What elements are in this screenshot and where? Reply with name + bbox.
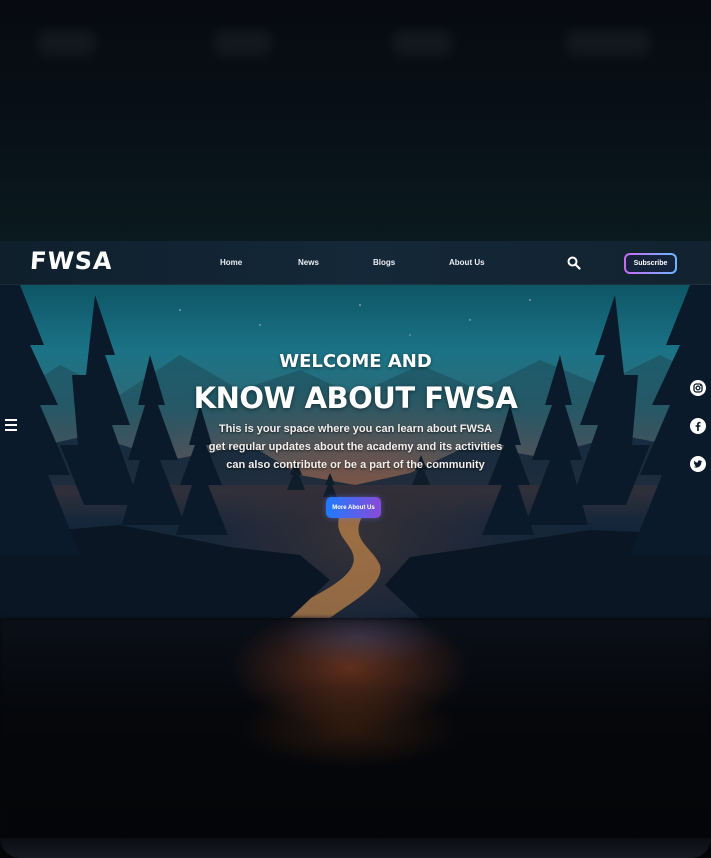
subscribe-button-label: Subscribe (626, 255, 675, 272)
more-about-us-button[interactable]: More About Us (326, 497, 381, 518)
nav-link-about-us[interactable]: About Us (449, 258, 485, 267)
hero-text-line-1: This is your space where you can learn a… (218, 423, 493, 435)
navbar: FWSA Home News Blogs About Us Subscribe (0, 241, 711, 285)
blurred-shape (566, 30, 650, 56)
bottom-frame-edge (0, 838, 711, 858)
bottom-blurred-reflection (0, 618, 711, 858)
hero-title-line-2: KNOW ABOUT FWSA (193, 381, 518, 415)
hero-text-line-3: can also contribute or be a part of the … (226, 459, 485, 471)
subscribe-button[interactable]: Subscribe (624, 253, 677, 274)
blurred-shape (38, 30, 96, 56)
facebook-icon[interactable] (690, 418, 706, 434)
nav-link-news[interactable]: News (298, 258, 319, 267)
hamburger-menu-icon[interactable] (5, 417, 18, 433)
site-logo[interactable]: FWSA (29, 247, 114, 275)
instagram-icon[interactable] (690, 380, 706, 396)
twitter-icon[interactable] (690, 456, 706, 472)
top-blurred-backdrop (0, 0, 711, 241)
hero-title-line-1: WELCOME AND (279, 351, 432, 372)
hero-text-line-2: get regular updates about the academy an… (208, 441, 503, 453)
hero-section: WELCOME AND KNOW ABOUT FWSA This is your… (0, 285, 711, 618)
nav-link-home[interactable]: Home (220, 258, 242, 267)
blurred-shape (214, 30, 272, 56)
nav-link-blogs[interactable]: Blogs (373, 258, 395, 267)
blurred-shape (392, 30, 452, 56)
search-icon[interactable] (567, 256, 581, 270)
